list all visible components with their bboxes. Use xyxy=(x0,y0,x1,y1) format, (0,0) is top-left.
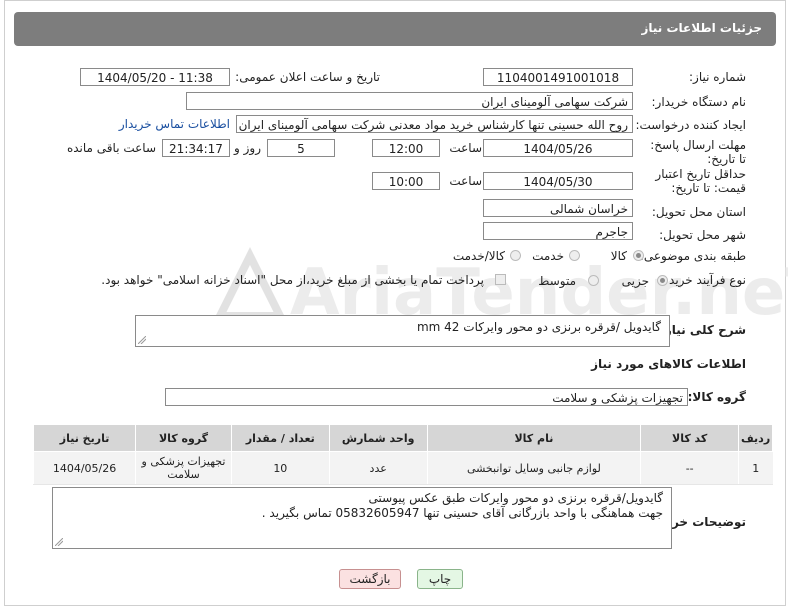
process-label: نوع فرآیند خرید : xyxy=(661,273,746,287)
category-radio-service[interactable] xyxy=(569,250,580,261)
col-index: ردیف xyxy=(738,424,773,452)
process-option-medium: متوسط xyxy=(538,274,576,288)
remaining-label: ساعت باقی مانده xyxy=(66,141,156,155)
resize-grip-icon[interactable] xyxy=(138,336,146,344)
province-label: استان محل تحویل: xyxy=(651,205,746,219)
need-number-label: شماره نیاز: xyxy=(689,70,746,84)
page-title: جزئیات اطلاعات نیاز xyxy=(641,21,762,35)
cell-code: -- xyxy=(640,451,739,485)
price-validity-label: حداقل تاریخ اعتبار قیمت: تا تاریخ: xyxy=(655,167,746,195)
days-label: روز و xyxy=(234,141,261,155)
table-row: 1 -- لوازم جانبی وسایل توانبخشی عدد 10 ت… xyxy=(32,451,773,485)
buyer-notes-line-2: جهت هماهنگی با واحد بازرگانی آقای حسینی … xyxy=(261,506,663,520)
price-validity-date-field: 1404/05/30 xyxy=(483,172,633,190)
requester-label: ایجاد کننده درخواست: xyxy=(635,118,746,132)
process-option-minor: جزیی xyxy=(621,274,649,288)
city-label: شهر محل تحویل: xyxy=(659,228,746,242)
announce-label: تاریخ و ساعت اعلان عمومی: xyxy=(235,70,380,84)
process-radio-medium[interactable] xyxy=(588,275,599,286)
category-radio-both[interactable] xyxy=(510,250,521,261)
cell-qty: 10 xyxy=(230,451,330,485)
buyer-org-label: نام دستگاه خریدار: xyxy=(651,95,747,109)
description-label: شرح کلی نیاز: xyxy=(660,323,746,337)
announce-field: 1404/05/20 - 11:38 xyxy=(80,68,230,86)
title-bar: جزئیات اطلاعات نیاز xyxy=(14,12,776,46)
cell-index: 1 xyxy=(738,451,773,485)
buyer-notes-textarea[interactable]: گایدویل/قرقره برنزی دو محور وایرکات طبق … xyxy=(52,487,672,549)
col-group: گروه کالا xyxy=(135,424,232,452)
deadline-date-field: 1404/05/26 xyxy=(483,139,633,157)
category-option-service: خدمت xyxy=(532,249,564,263)
col-code: کد کالا xyxy=(640,424,740,452)
cell-unit: عدد xyxy=(328,451,428,485)
category-radio-goods[interactable] xyxy=(633,250,644,261)
payment-note: پرداخت تمام یا بخشی از مبلغ خرید،از محل … xyxy=(101,273,484,287)
cell-group: تجهیزات پزشکی و سلامت xyxy=(135,451,232,485)
category-option-goods: کالا xyxy=(610,249,627,263)
goods-group-label: گروه کالا: xyxy=(687,390,746,404)
province-field: خراسان شمالی xyxy=(483,199,633,217)
col-unit: واحد شمارش xyxy=(328,424,428,452)
city-field: جاجرم xyxy=(483,222,633,240)
goods-section-title: اطلاعات کالاهای مورد نیاز xyxy=(591,357,746,371)
description-textarea[interactable]: گایدویل /قرقره برنزی دو محور وایرکات 42 … xyxy=(135,315,670,347)
cell-name: لوازم جانبی وسایل توانبخشی xyxy=(426,451,641,485)
price-validity-time-field: 10:00 xyxy=(372,172,440,190)
deadline-time-label: ساعت xyxy=(449,141,482,155)
col-name: نام کالا xyxy=(426,424,642,452)
goods-table-header: ردیف کد کالا نام کالا واحد شمارش تعداد /… xyxy=(32,424,773,452)
days-field: 5 xyxy=(267,139,335,157)
remaining-time-field: 21:34:17 xyxy=(162,139,230,157)
goods-table: ردیف کد کالا نام کالا واحد شمارش تعداد /… xyxy=(32,424,773,485)
buyer-notes-line-1: گایدویل/قرقره برنزی دو محور وایرکات طبق … xyxy=(368,491,663,505)
buyer-org-field: شرکت سهامی آلومینای ایران xyxy=(186,92,633,110)
process-radio-minor[interactable] xyxy=(657,275,668,286)
contact-info-link[interactable]: اطلاعات تماس خریدار xyxy=(119,117,230,131)
price-validity-time-label: ساعت xyxy=(449,174,482,188)
requester-field: روح الله حسینی تنها کارشناس خرید مواد مع… xyxy=(236,115,633,133)
goods-group-field: تجهیزات پزشکی و سلامت xyxy=(165,388,688,406)
category-label: طبقه بندی موضوعی: xyxy=(639,249,746,263)
col-date: تاریخ نیاز xyxy=(32,424,137,452)
need-number-field: 1104001491001018 xyxy=(483,68,633,86)
description-text: گایدویل /قرقره برنزی دو محور وایرکات 42 … xyxy=(416,320,661,334)
deadline-label: مهلت ارسال پاسخ: تا تاریخ: xyxy=(650,138,746,166)
col-qty: تعداد / مقدار xyxy=(230,424,330,452)
treasury-checkbox[interactable] xyxy=(495,274,506,285)
deadline-time-field: 12:00 xyxy=(372,139,440,157)
cell-date: 1404/05/26 xyxy=(32,451,136,485)
resize-grip-icon[interactable] xyxy=(55,538,63,546)
back-button[interactable]: بازگشت xyxy=(339,569,401,589)
print-button[interactable]: چاپ xyxy=(417,569,463,589)
category-option-both: کالا/خدمت xyxy=(452,249,505,263)
